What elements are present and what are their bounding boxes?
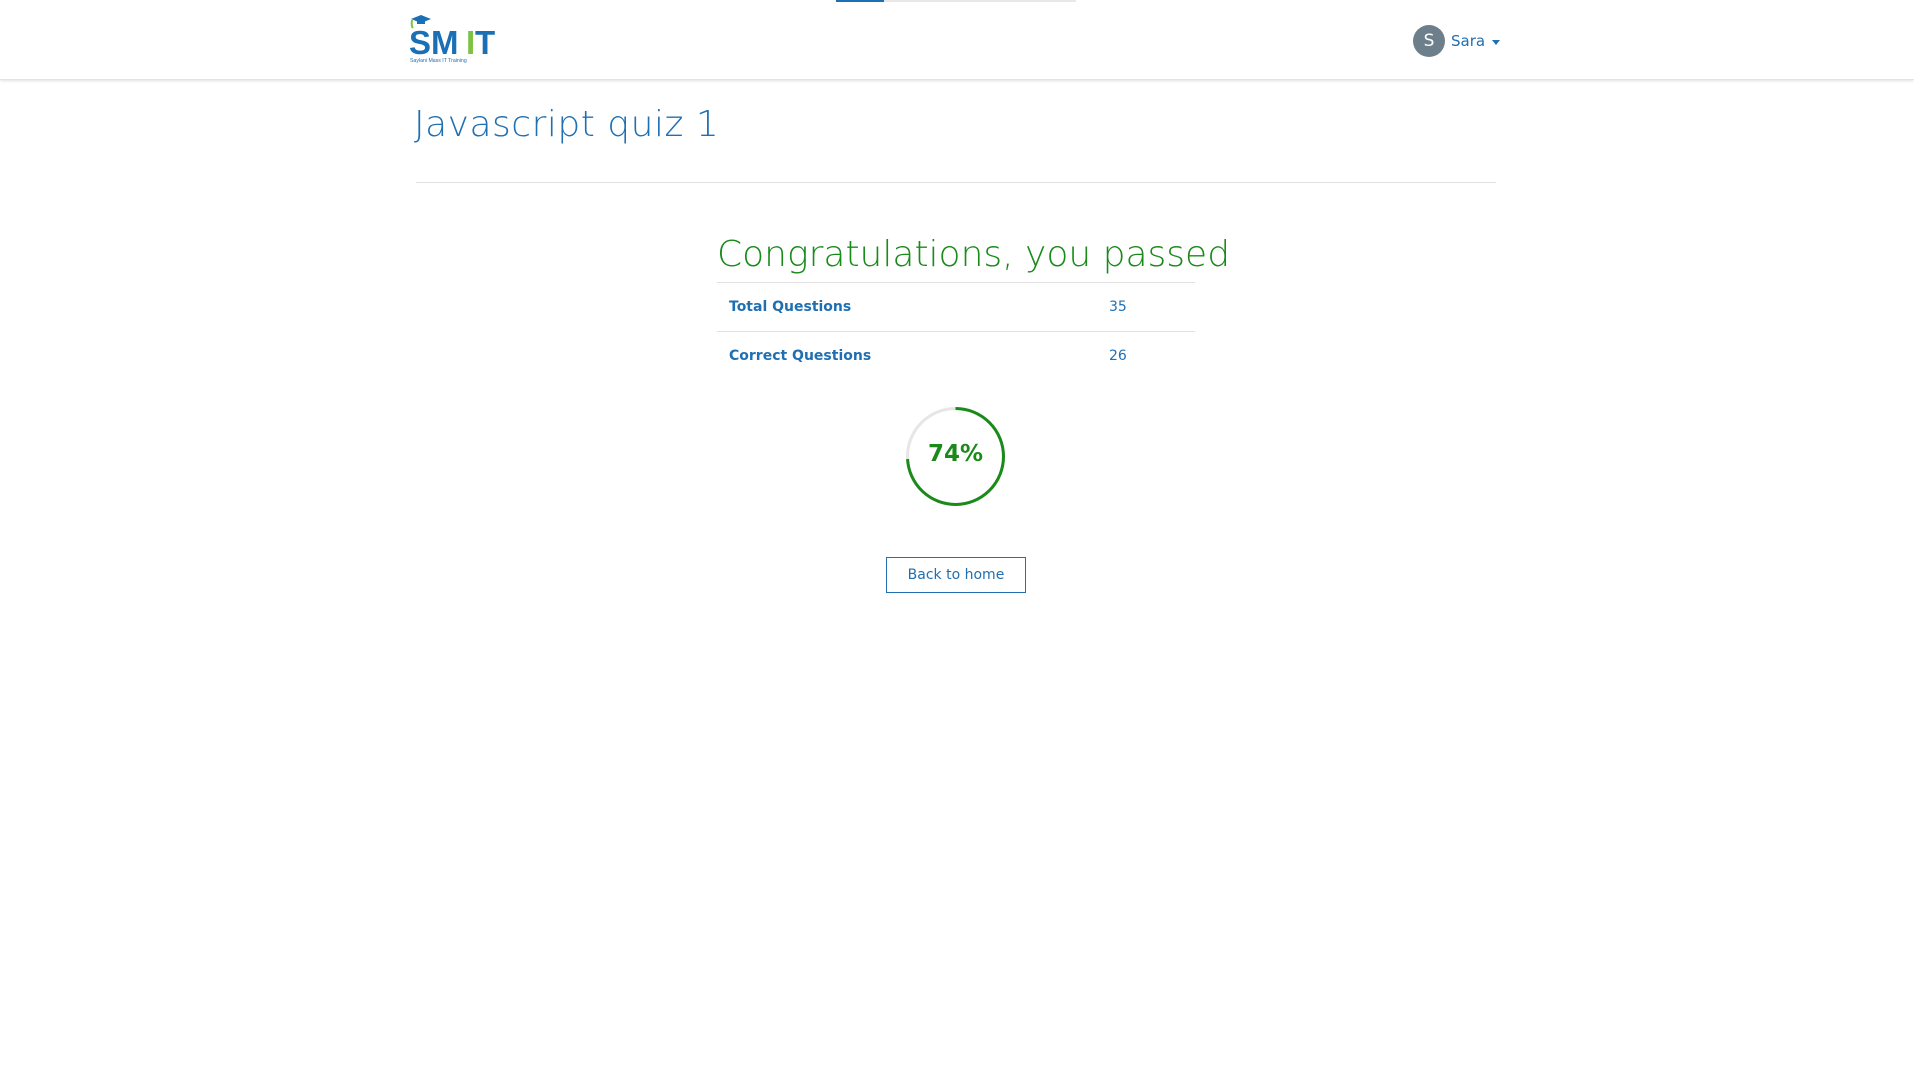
user-menu-toggle[interactable]: S Sara xyxy=(1413,24,1501,57)
svg-text:SM: SM xyxy=(409,24,459,61)
loading-progress-fill xyxy=(836,0,884,2)
user-name: Sara xyxy=(1451,31,1486,50)
correct-questions-label: Correct Questions xyxy=(717,331,1097,380)
result-heading: Congratulations, you passed xyxy=(717,234,1231,275)
title-divider xyxy=(416,182,1496,183)
page-title: Javascript quiz 1 xyxy=(414,104,720,145)
result-table: Total Questions 35 Correct Questions 26 xyxy=(717,282,1195,380)
top-navbar: SM I T Saylani Mass IT Training S Sara xyxy=(0,0,1914,80)
svg-text:Saylani Mass IT Training: Saylani Mass IT Training xyxy=(410,58,467,64)
table-row: Total Questions 35 xyxy=(717,282,1195,332)
svg-text:I: I xyxy=(466,24,475,61)
table-row: Correct Questions 26 xyxy=(717,331,1195,380)
score-percent: 74% xyxy=(927,441,984,467)
svg-text:T: T xyxy=(475,24,495,61)
total-questions-value: 35 xyxy=(1097,282,1195,332)
smit-logo-graphic: SM I T Saylani Mass IT Training xyxy=(409,15,495,64)
loading-progress-bar xyxy=(836,0,1076,2)
caret-down-icon xyxy=(1492,39,1501,45)
smit-logo[interactable]: SM I T Saylani Mass IT Training xyxy=(408,14,496,64)
total-questions-label: Total Questions xyxy=(717,282,1097,332)
quiz-result-panel: Congratulations, you passed Total Questi… xyxy=(717,228,1231,380)
score-progress-circle: 74% xyxy=(905,406,1006,507)
back-to-home-button[interactable]: Back to home xyxy=(886,557,1026,593)
correct-questions-value: 26 xyxy=(1097,331,1195,380)
avatar: S xyxy=(1413,24,1445,57)
